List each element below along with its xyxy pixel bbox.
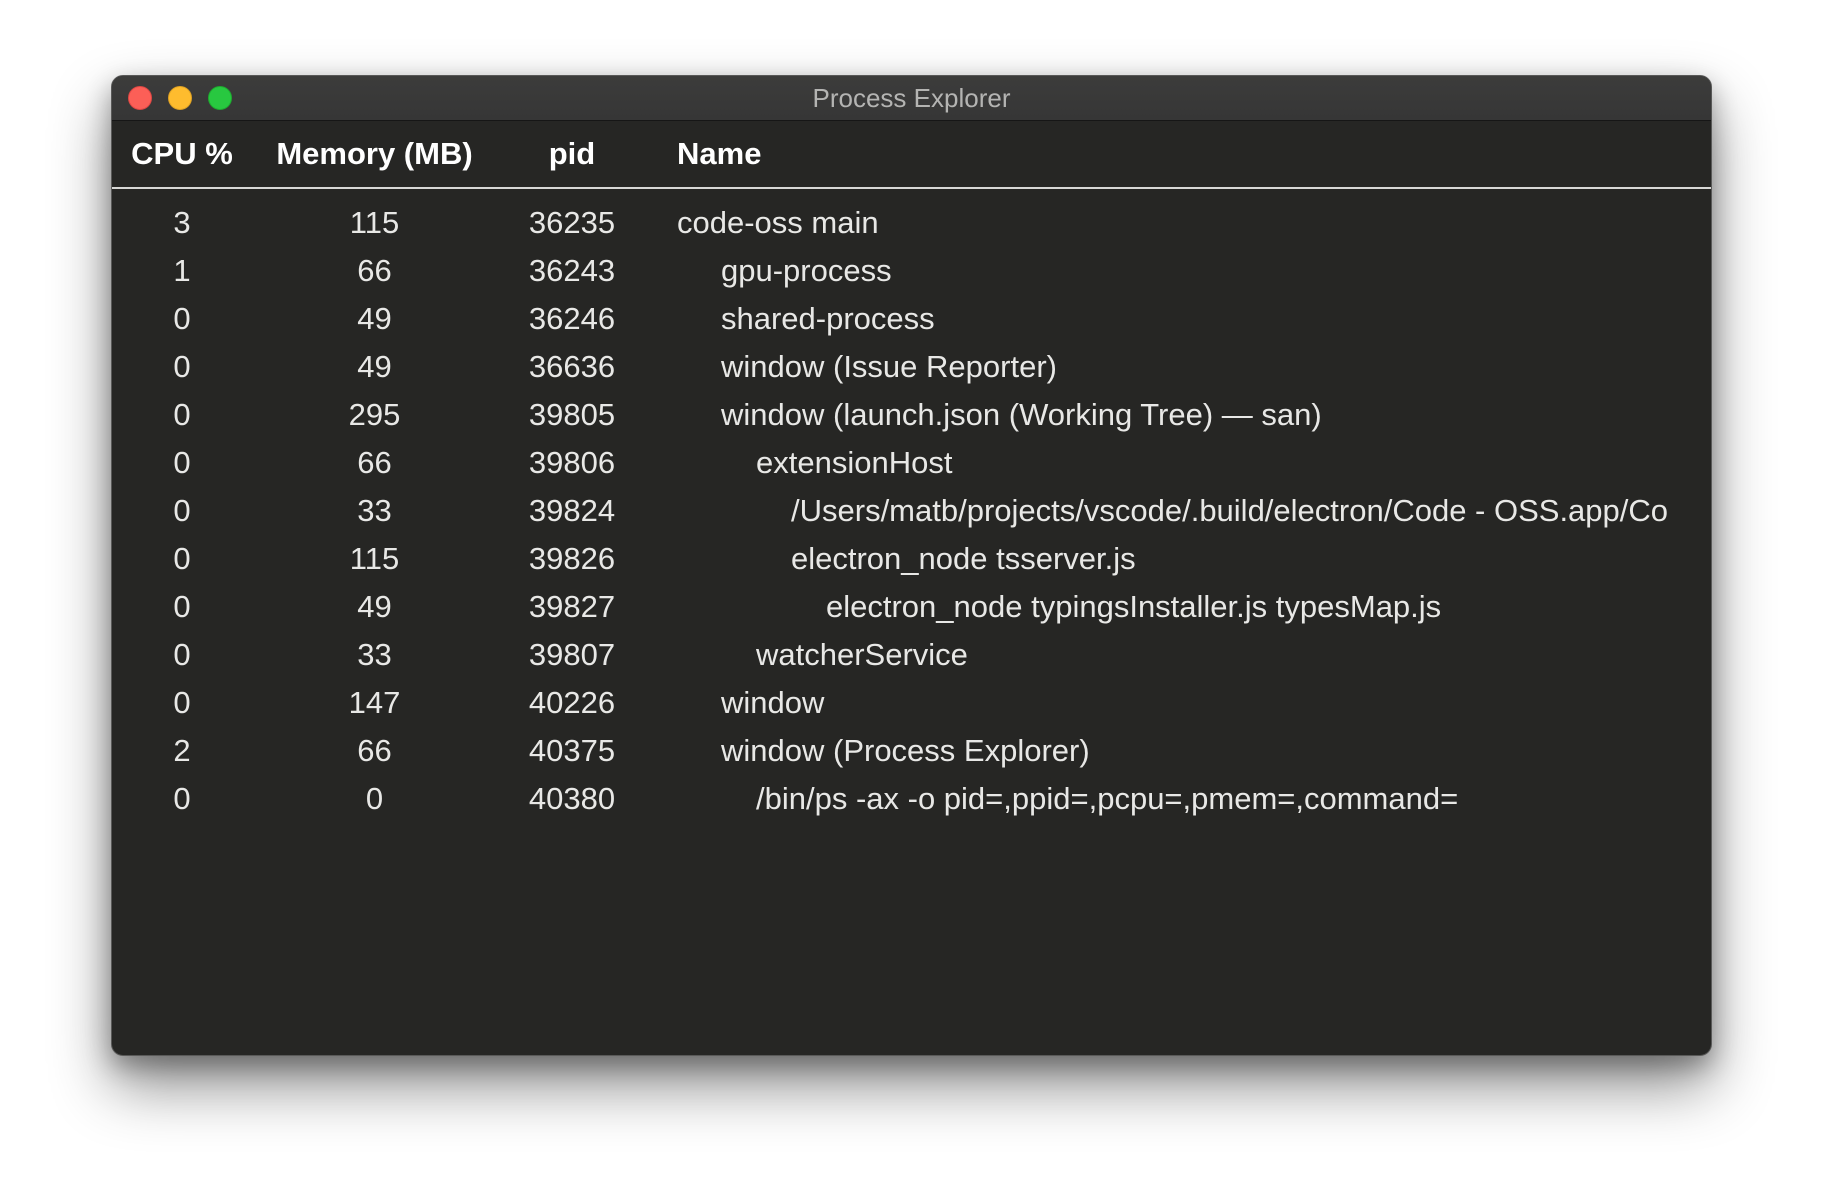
- process-name: /Users/matb/projects/vscode/.build/elect…: [791, 493, 1669, 528]
- name-cell: /Users/matb/projects/vscode/.build/elect…: [647, 487, 1711, 535]
- process-name: window (Process Explorer): [721, 733, 1090, 768]
- process-rows: 3 115 36235 code-oss main 1 66 36243 gpu-proces…: [112, 188, 1711, 823]
- pid-cell: 36235: [528, 205, 616, 240]
- name-cell: /bin/ps -ax -o pid=,ppid=,pcpu=,pmem=,co…: [647, 775, 1711, 823]
- table-row[interactable]: 0 33 39807 watcherService: [112, 631, 1711, 679]
- table-row[interactable]: 2 66 40375 window (Process Explorer): [112, 727, 1711, 775]
- name-cell: code-oss main: [647, 188, 1711, 247]
- pid-cell: 36243: [528, 253, 616, 288]
- pid-cell: 36636: [528, 349, 616, 384]
- name-cell: window (launch.json (Working Tree) — san…: [647, 391, 1711, 439]
- process-name: extensionHost: [756, 445, 953, 480]
- cpu-cell: 2: [173, 733, 191, 768]
- cpu-cell: 1: [173, 253, 191, 288]
- name-cell: electron_node typingsInstaller.js typesM…: [647, 583, 1711, 631]
- table-row[interactable]: 0 49 36636 window (Issue Reporter): [112, 343, 1711, 391]
- cpu-cell: 0: [173, 637, 191, 672]
- pid-cell: 40380: [528, 781, 616, 816]
- memory-cell: 0: [365, 781, 384, 816]
- process-name: code-oss main: [677, 205, 879, 240]
- memory-cell: 66: [357, 445, 392, 480]
- process-table: CPU % Memory (MB) pid Name 3 115 36235 code…: [112, 121, 1711, 823]
- table-row[interactable]: 1 66 36243 gpu-process: [112, 247, 1711, 295]
- pid-cell: 39824: [528, 493, 616, 528]
- memory-cell: 49: [357, 589, 392, 624]
- process-name: shared-process: [721, 301, 935, 336]
- name-cell: extensionHost: [647, 439, 1711, 487]
- table-row[interactable]: 0 0 40380/bin/ps -ax -o pid=,ppid=,pcpu=,p…: [112, 775, 1711, 823]
- name-cell: window: [647, 679, 1711, 727]
- name-cell: window (Issue Reporter): [647, 343, 1711, 391]
- title-bar[interactable]: Process Explorer: [112, 76, 1711, 121]
- column-header-cpu[interactable]: CPU %: [112, 121, 252, 189]
- memory-cell: 33: [357, 637, 392, 672]
- process-name: electron_node typingsInstaller.js typesM…: [826, 589, 1442, 624]
- pid-cell: 40375: [528, 733, 616, 768]
- cpu-cell: 0: [173, 781, 191, 816]
- pid-cell: 39826: [528, 541, 616, 576]
- column-header-name[interactable]: Name: [647, 121, 1711, 189]
- process-name: watcherService: [756, 637, 968, 672]
- memory-cell: 295: [348, 397, 401, 432]
- memory-cell: 66: [357, 253, 392, 288]
- window-title: Process Explorer: [812, 83, 1011, 113]
- cpu-cell: 0: [173, 685, 191, 720]
- cpu-cell: 0: [173, 397, 191, 432]
- process-explorer-window: Process Explorer CPU % Memory (MB) pid N…: [111, 75, 1712, 1056]
- process-name: /bin/ps -ax -o pid=,ppid=,pcpu=,pmem=,co…: [756, 781, 1459, 816]
- memory-cell: 33: [357, 493, 392, 528]
- name-cell: window (Process Explorer): [647, 727, 1711, 775]
- pid-cell: 39827: [528, 589, 616, 624]
- cpu-cell: 0: [173, 541, 191, 576]
- process-name: window (Issue Reporter): [721, 349, 1057, 384]
- pid-cell: 39805: [528, 397, 616, 432]
- cpu-cell: 0: [173, 349, 191, 384]
- memory-cell: 147: [348, 685, 401, 720]
- table-row[interactable]: 0 49 36246 shared-process: [112, 295, 1711, 343]
- table-row[interactable]: 3 115 36235 code-oss main: [112, 188, 1711, 247]
- cpu-cell: 0: [173, 301, 191, 336]
- name-cell: shared-process: [647, 295, 1711, 343]
- memory-cell: 49: [357, 349, 392, 384]
- pid-cell: 36246: [528, 301, 616, 336]
- memory-cell: 115: [349, 541, 400, 576]
- table-row[interactable]: 0 33 39824/Users/matb/projects/vscode/.bui…: [112, 487, 1711, 535]
- process-name: gpu-process: [721, 253, 892, 288]
- cpu-cell: 0: [173, 493, 191, 528]
- memory-cell: 49: [357, 301, 392, 336]
- table-row[interactable]: 0 49 39827 electron_node typingsInstaller.j…: [112, 583, 1711, 631]
- name-cell: electron_node tsserver.js: [647, 535, 1711, 583]
- name-cell: gpu-process: [647, 247, 1711, 295]
- process-name: window (launch.json (Working Tree) — san…: [721, 397, 1322, 432]
- pid-cell: 39806: [528, 445, 616, 480]
- column-header-pid[interactable]: pid: [497, 121, 647, 189]
- process-name: window: [721, 685, 825, 720]
- memory-cell: 115: [349, 205, 400, 240]
- pid-cell: 39807: [528, 637, 616, 672]
- table-row[interactable]: 0 147 40226 window: [112, 679, 1711, 727]
- pid-cell: 40226: [528, 685, 616, 720]
- column-header-memory[interactable]: Memory (MB): [252, 121, 497, 189]
- memory-cell: 66: [357, 733, 392, 768]
- table-row[interactable]: 0 115 39826 electron_node tsserver.js: [112, 535, 1711, 583]
- name-cell: watcherService: [647, 631, 1711, 679]
- cpu-cell: 0: [173, 589, 191, 624]
- process-name: electron_node tsserver.js: [791, 541, 1136, 576]
- table-header-row: CPU % Memory (MB) pid Name: [112, 121, 1711, 189]
- table-row[interactable]: 0 66 39806 extensionHost: [112, 439, 1711, 487]
- cpu-cell: 0: [173, 445, 191, 480]
- cpu-cell: 3: [173, 205, 191, 240]
- table-row[interactable]: 0 295 39805 window (launch.json (Working Tr…: [112, 391, 1711, 439]
